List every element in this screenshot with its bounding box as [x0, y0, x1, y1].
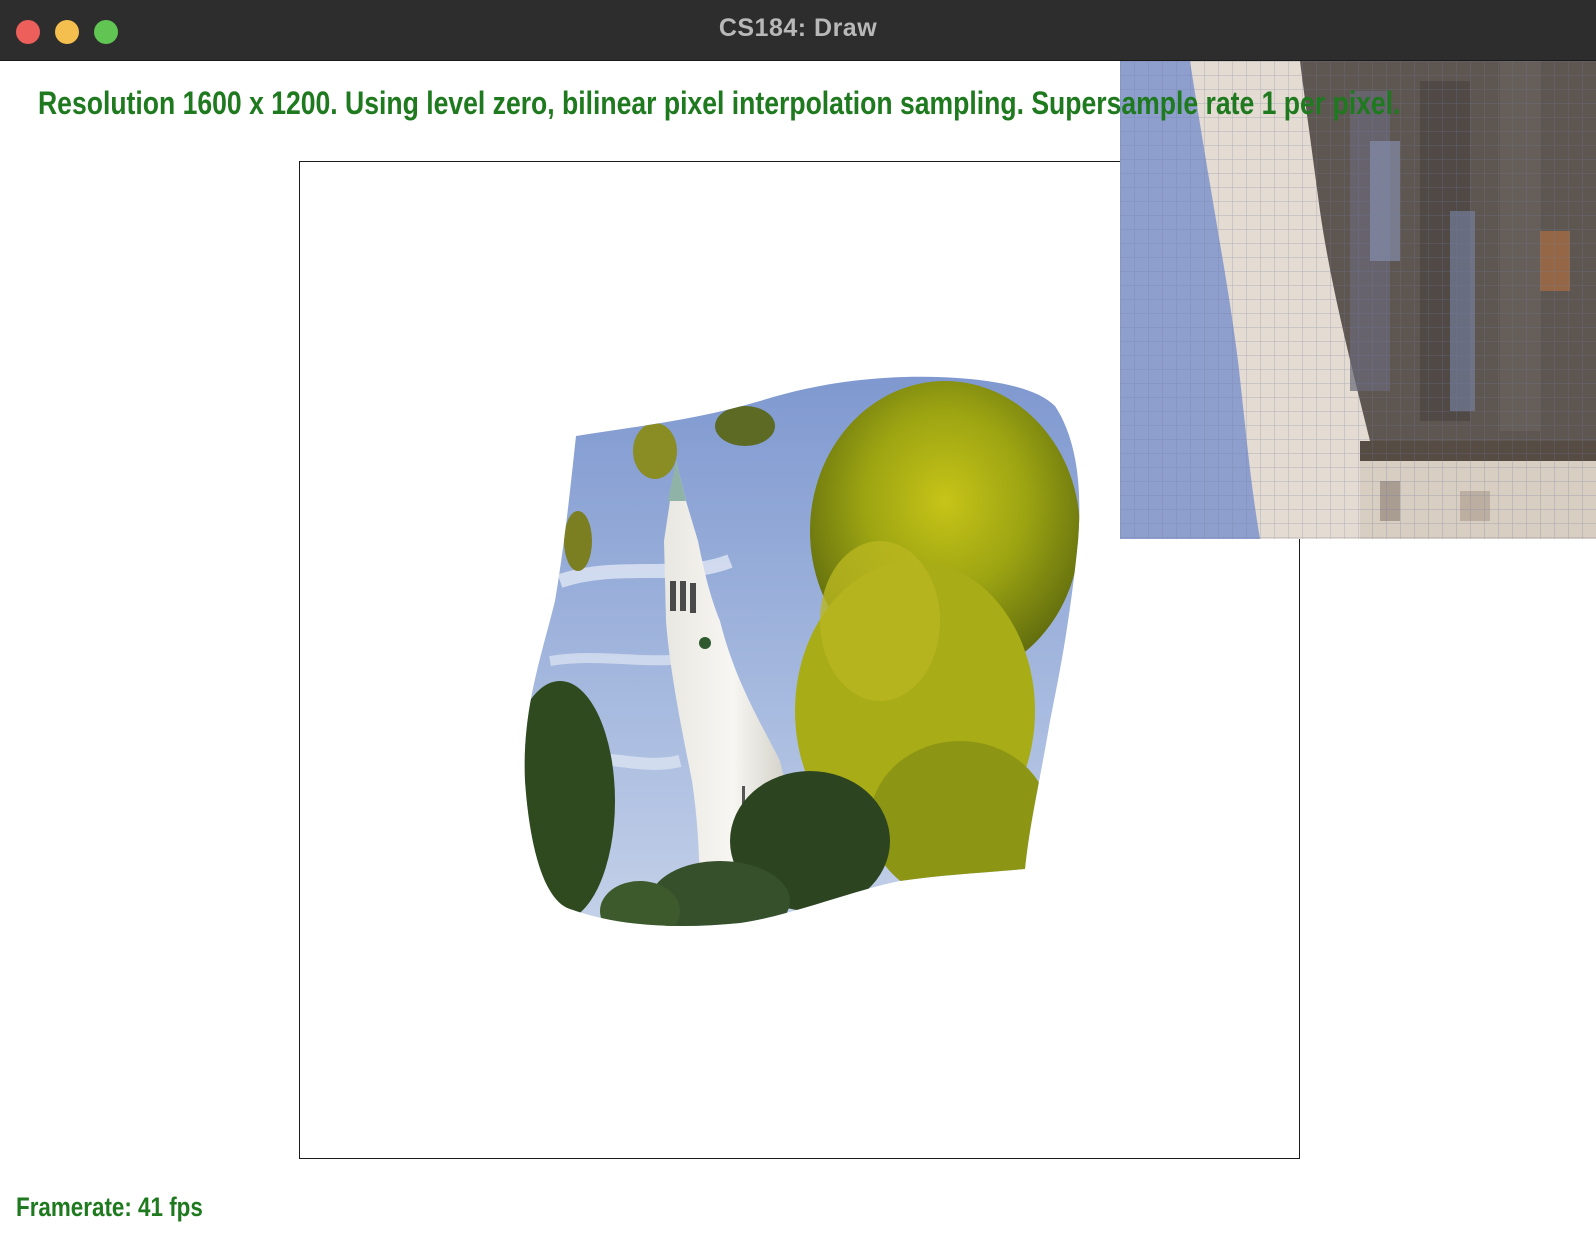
app-window: CS184: Draw Resolution 1600 x 1200. Usin…	[0, 0, 1596, 1250]
framerate-label: Framerate: 41 fps	[16, 1192, 203, 1222]
pixel-zoom-inset	[1120, 61, 1596, 539]
window-title: CS184: Draw	[718, 14, 878, 42]
draw-viewport[interactable]: Resolution 1600 x 1200. Using level zero…	[0, 61, 1596, 1250]
pixel-zoom-grid	[1120, 61, 1596, 539]
status-line: Resolution 1600 x 1200. Using level zero…	[38, 85, 1401, 121]
title-bar: CS184: Draw	[0, 0, 1596, 61]
